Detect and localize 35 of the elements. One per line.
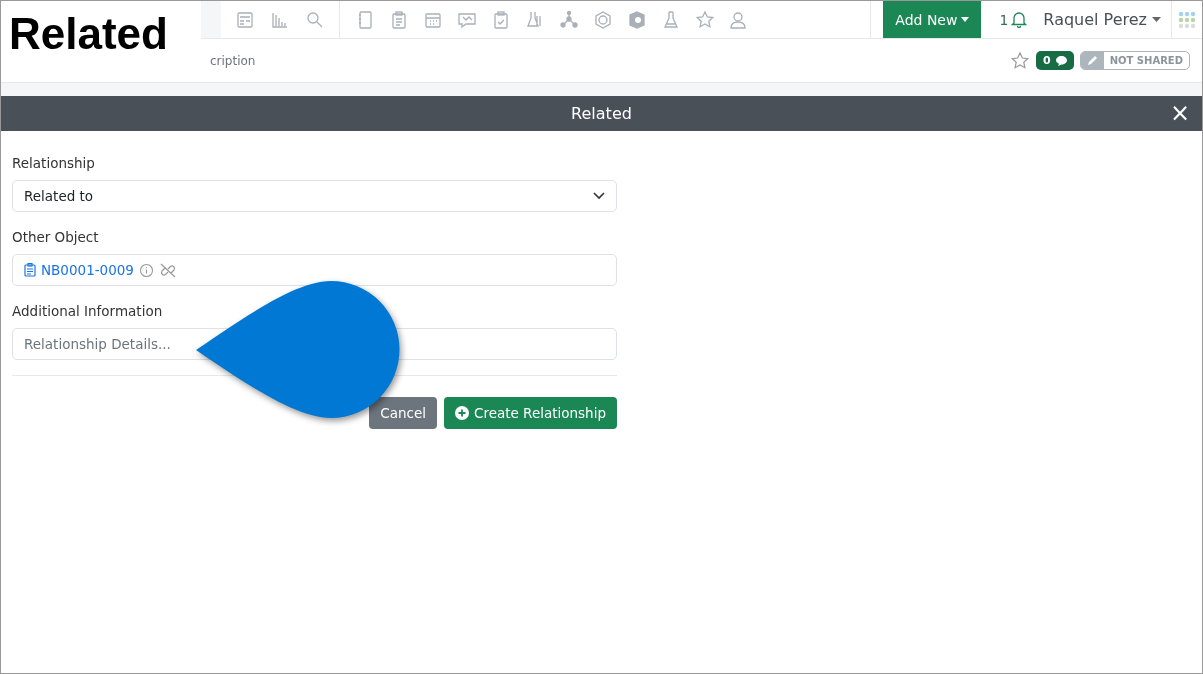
chevron-down-icon bbox=[593, 192, 605, 200]
add-new-button[interactable]: Add New bbox=[883, 1, 982, 38]
bell-icon bbox=[1011, 11, 1028, 28]
users-icon[interactable] bbox=[729, 9, 749, 30]
pencil-icon bbox=[1086, 55, 1098, 66]
unlink-icon[interactable] bbox=[158, 262, 177, 278]
notebook-icon bbox=[24, 263, 36, 277]
flask-icon[interactable] bbox=[661, 9, 681, 30]
form-icon[interactable] bbox=[235, 9, 255, 30]
create-relationship-button[interactable]: Create Relationship bbox=[443, 397, 617, 429]
hexagon-icon[interactable] bbox=[593, 9, 613, 30]
search-icon[interactable] bbox=[305, 9, 325, 30]
field-label: Additional Information bbox=[12, 303, 164, 319]
clipboard-check-icon[interactable] bbox=[491, 9, 511, 30]
user-menu-button[interactable]: Raquel Perez bbox=[1043, 1, 1172, 38]
molecule-icon[interactable] bbox=[559, 9, 579, 30]
breadcrumb-text: cription bbox=[210, 53, 257, 68]
dialog-title: Related bbox=[571, 104, 632, 123]
caret-icon bbox=[961, 17, 970, 22]
field-label: Relationship bbox=[12, 155, 96, 171]
star-icon[interactable] bbox=[695, 9, 715, 30]
info-icon[interactable] bbox=[138, 262, 154, 278]
close-button[interactable]: × bbox=[1169, 100, 1190, 126]
caret-icon bbox=[1152, 17, 1161, 22]
plus-circle-icon bbox=[454, 406, 469, 420]
apps-grid-icon[interactable] bbox=[1178, 10, 1196, 29]
object-link[interactable]: NB0001-0009 bbox=[41, 262, 134, 278]
comments-button[interactable]: 0 bbox=[1036, 51, 1074, 70]
favorite-star-icon[interactable] bbox=[1010, 50, 1030, 71]
clipboard-icon[interactable] bbox=[389, 9, 409, 30]
cancel-button[interactable]: Cancel bbox=[369, 397, 437, 429]
field-label: Other Object bbox=[12, 229, 100, 245]
relationship-dropdown[interactable]: Related to bbox=[12, 180, 617, 212]
speech-bubble-icon bbox=[1055, 55, 1067, 66]
notifications-button[interactable]: 1 bbox=[999, 1, 1028, 38]
